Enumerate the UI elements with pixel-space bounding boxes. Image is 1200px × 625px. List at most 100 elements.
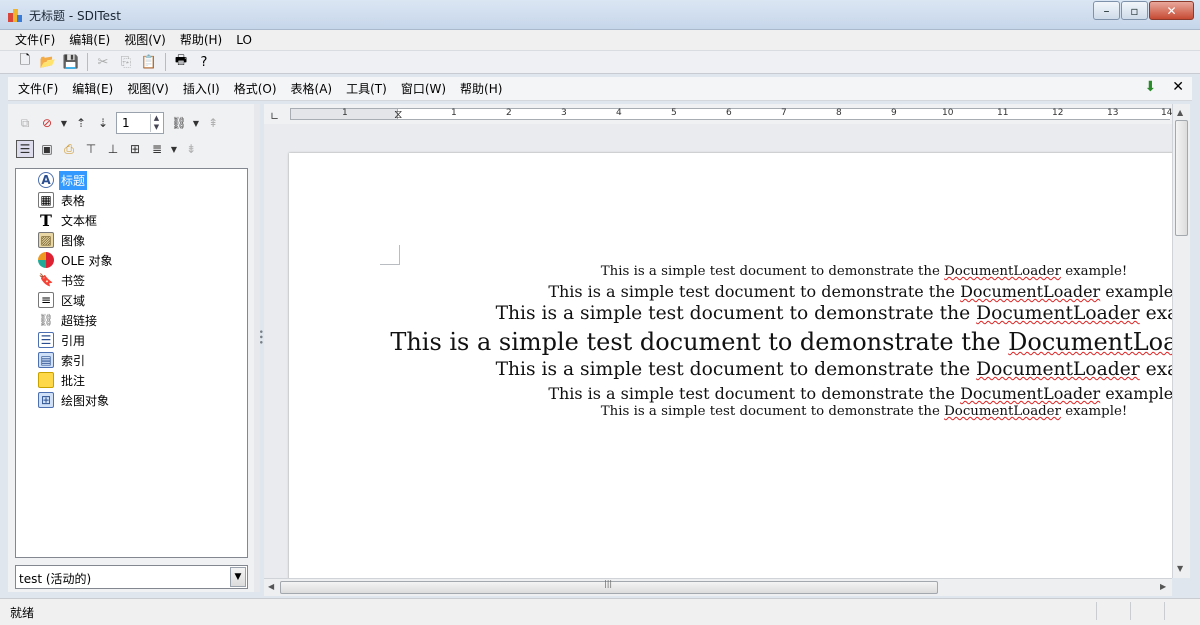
scroll-up-icon[interactable]: ▲ bbox=[1177, 108, 1183, 117]
lo-menu-table[interactable]: 表格(A) bbox=[285, 78, 341, 100]
lo-menu-file[interactable]: 文件(F) bbox=[12, 78, 66, 100]
document-view[interactable]: This is a simple test document to demons… bbox=[264, 124, 1172, 578]
new-file-icon[interactable]: 🗋 bbox=[16, 53, 34, 71]
tree-item-images[interactable]: ▨ 图像 bbox=[38, 230, 87, 250]
dropdown-arrow-icon[interactable]: ▼ bbox=[192, 114, 200, 132]
document-page[interactable]: This is a simple test document to demons… bbox=[289, 153, 1172, 578]
ruler-number: 7 bbox=[781, 108, 787, 118]
tab-stop-selector[interactable]: ∟ bbox=[264, 104, 288, 124]
close-document-icon[interactable]: ✕ bbox=[1172, 79, 1184, 95]
document-select[interactable]: test (活动的) ▼ bbox=[15, 565, 248, 589]
lo-menu-help[interactable]: 帮助(H) bbox=[454, 78, 510, 100]
spellcheck-word: DocumentLoader bbox=[976, 303, 1140, 324]
minimize-button[interactable]: – bbox=[1093, 1, 1120, 20]
tree-item-label: 引用 bbox=[61, 333, 86, 348]
chevron-down-icon[interactable]: ▼ bbox=[230, 567, 246, 587]
reminder-icon[interactable]: ⎙ bbox=[60, 140, 78, 158]
tree-item-references[interactable]: ☰ 引用 bbox=[38, 330, 87, 350]
navigation-icon[interactable]: ⊘ bbox=[38, 114, 56, 132]
lo-menu-format[interactable]: 格式(O) bbox=[228, 78, 285, 100]
lo-menu-insert[interactable]: 插入(I) bbox=[177, 78, 228, 100]
maximize-icon: ▫ bbox=[1130, 4, 1139, 18]
horizontal-ruler[interactable]: ⧖ 1 1 2 3 4 5 6 7 8 9 10 11 12 13 14 bbox=[288, 104, 1172, 124]
tree-item-label: OLE 对象 bbox=[61, 253, 113, 268]
scroll-down-icon[interactable]: ▼ bbox=[1177, 564, 1183, 573]
print-icon[interactable]: 🖶 bbox=[172, 53, 190, 71]
tree-item-hyperlinks[interactable]: ⛓ 超链接 bbox=[38, 310, 99, 330]
tree-item-comments[interactable]: 批注 bbox=[38, 370, 87, 390]
tree-item-drawing-objects[interactable]: ⊞ 绘图对象 bbox=[38, 390, 111, 410]
drag-mode-icon[interactable]: ⛓ bbox=[170, 114, 188, 132]
menu-help[interactable]: 帮助(H) bbox=[173, 30, 229, 50]
tree-item-ole-objects[interactable]: OLE 对象 bbox=[38, 250, 115, 270]
menu-edit[interactable]: 编辑(E) bbox=[62, 30, 117, 50]
page-number-spinner[interactable]: 1 ▲ ▼ bbox=[116, 112, 164, 134]
open-folder-icon[interactable]: 📂 bbox=[39, 53, 57, 71]
next-icon[interactable]: ⇣ bbox=[94, 114, 112, 132]
tree-item-indexes[interactable]: ▤ 索引 bbox=[38, 350, 87, 370]
previous-icon[interactable]: ⇡ bbox=[72, 114, 90, 132]
promote-icon[interactable]: ⇞ bbox=[204, 114, 222, 132]
indent-marker-icon[interactable]: ⧖ bbox=[394, 107, 402, 122]
document-line: This is a simple test document to demons… bbox=[495, 359, 1172, 380]
page-number-value: 1 bbox=[122, 116, 130, 130]
tree-item-headings[interactable]: A 标题 bbox=[38, 170, 88, 190]
lo-menu-view[interactable]: 视图(V) bbox=[121, 78, 177, 100]
tree-item-label: 超链接 bbox=[61, 313, 98, 328]
scroll-left-icon[interactable]: ◀ bbox=[268, 582, 274, 591]
dropdown-arrow-icon[interactable]: ▼ bbox=[170, 140, 178, 158]
tree-item-frames[interactable]: T 文本框 bbox=[38, 210, 99, 230]
copy-icon[interactable]: ⎘ bbox=[117, 53, 135, 71]
document-line: This is a simple test document to demons… bbox=[548, 282, 1172, 301]
close-button[interactable]: ✕ bbox=[1149, 1, 1194, 20]
status-text: 就绪 bbox=[10, 606, 35, 620]
menu-view[interactable]: 视图(V) bbox=[117, 30, 173, 50]
maximize-button[interactable]: ▫ bbox=[1121, 1, 1148, 20]
title-bar: 无标题 - SDITest – ▫ ✕ bbox=[0, 0, 1200, 30]
tree-item-label: 批注 bbox=[61, 373, 86, 388]
save-icon[interactable]: 💾 bbox=[62, 53, 80, 71]
content-view-icon[interactable]: ☰ bbox=[16, 140, 34, 158]
menu-lo[interactable]: LO bbox=[229, 30, 259, 50]
lo-menu-window[interactable]: 窗口(W) bbox=[395, 78, 454, 100]
document-line: This is a simple test document to demons… bbox=[600, 404, 1128, 419]
lo-menu-tools[interactable]: 工具(T) bbox=[340, 78, 395, 100]
heading-levels-icon[interactable]: ≣ bbox=[148, 140, 166, 158]
list-box-icon[interactable]: ▣ bbox=[38, 140, 56, 158]
vertical-scroll-thumb[interactable] bbox=[1175, 120, 1188, 236]
anchor-icon[interactable]: ⊞ bbox=[126, 140, 144, 158]
scroll-right-icon[interactable]: ▶ bbox=[1160, 582, 1166, 591]
navigator-panel: ⧉ ⊘ ▼ ⇡ ⇣ 1 ▲ ▼ ⛓ ▼ ⇞ ☰ ▣ ⎙ ⊤ ⊥ ⊞ ≣ ▼ ⇟ A… bbox=[8, 104, 254, 592]
footer-icon[interactable]: ⊥ bbox=[104, 140, 122, 158]
tree-item-sections[interactable]: ≡ 区域 bbox=[38, 290, 87, 310]
toggle-icon[interactable]: ⧉ bbox=[16, 114, 34, 132]
horizontal-scrollbar[interactable]: ◀ ||| ▶ bbox=[264, 578, 1172, 596]
grip-icon: ||| bbox=[604, 579, 613, 588]
help-icon[interactable]: ? bbox=[195, 53, 213, 71]
vertical-scrollbar[interactable]: ▲ ▼ bbox=[1172, 104, 1190, 578]
toolbar-separator bbox=[165, 53, 166, 71]
status-pane-divider bbox=[1130, 602, 1131, 620]
app-toolbar: 🗋 📂 💾 ✂ ⎘ 📋 🖶 ? bbox=[0, 50, 1200, 74]
tree-item-label: 标题 bbox=[59, 170, 88, 190]
drawing-object-icon: ⊞ bbox=[38, 392, 54, 408]
tree-item-bookmarks[interactable]: 🔖 书签 bbox=[38, 270, 87, 290]
cut-icon[interactable]: ✂ bbox=[94, 53, 112, 71]
ruler-number: 4 bbox=[616, 108, 622, 118]
spinner-arrows[interactable]: ▲ ▼ bbox=[150, 114, 162, 132]
header-icon[interactable]: ⊤ bbox=[82, 140, 100, 158]
tree-item-tables[interactable]: ▦ 表格 bbox=[38, 190, 87, 210]
demote-icon[interactable]: ⇟ bbox=[182, 140, 200, 158]
navigator-tree[interactable]: A 标题 ▦ 表格 T 文本框 ▨ 图像 OLE 对象 🔖 书签 ≡ 区域 ⛓ bbox=[15, 168, 248, 558]
lo-menu-edit[interactable]: 编辑(E) bbox=[66, 78, 121, 100]
menu-file[interactable]: 文件(F) bbox=[8, 30, 62, 50]
paste-icon[interactable]: 📋 bbox=[140, 53, 158, 71]
window-title: 无标题 - SDITest bbox=[29, 9, 121, 23]
tree-item-label: 书签 bbox=[61, 273, 86, 288]
panel-splitter[interactable]: ••• bbox=[254, 104, 265, 592]
dropdown-arrow-icon[interactable]: ▼ bbox=[60, 114, 68, 132]
index-icon: ▤ bbox=[38, 352, 54, 368]
download-update-icon[interactable]: ⬇ bbox=[1145, 79, 1157, 95]
ruler-number: 8 bbox=[836, 108, 842, 118]
ruler-number: 1 bbox=[342, 108, 348, 118]
